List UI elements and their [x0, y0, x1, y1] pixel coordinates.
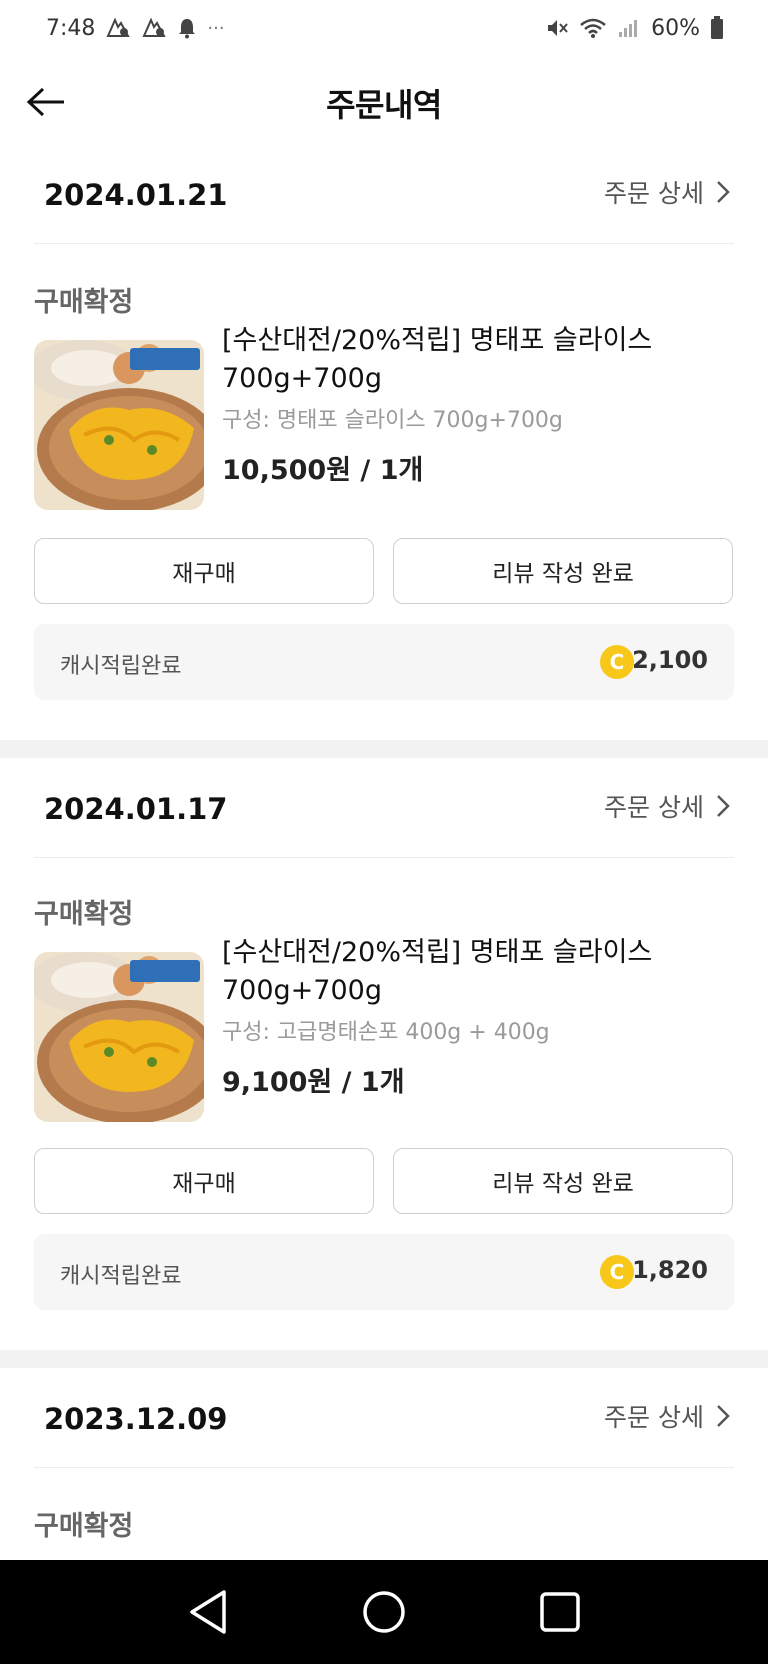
status-bar: 7:48 ··· 60% [0, 0, 768, 56]
rebuy-button[interactable]: 재구매 [34, 1148, 374, 1214]
review-complete-button[interactable]: 리뷰 작성 완료 [393, 538, 733, 604]
signal-icon [617, 17, 641, 39]
order-header: 2024.01.17 주문 상세 [34, 758, 734, 858]
app-notification-icon [141, 17, 167, 39]
page-title: 주문내역 [326, 86, 442, 124]
square-recents-icon [540, 1592, 580, 1632]
order-header: 2024.01.21 주문 상세 [34, 144, 734, 244]
chevron-right-icon [717, 181, 730, 203]
triangle-back-icon [190, 1590, 226, 1634]
order-status: 구매확정 [34, 287, 134, 318]
order-date: 2023.12.09 [44, 1402, 228, 1436]
product-name[interactable]: [수산대전/20%적립] 명태포 슬라이스 700g+700g [222, 934, 742, 1010]
cash-reward-label: 캐시적립완료 [60, 1264, 182, 1289]
order-detail-link[interactable]: 주문 상세 [604, 174, 730, 210]
nav-recents-button[interactable] [530, 1582, 590, 1642]
wifi-icon [579, 17, 607, 39]
product-price: 10,500원 / 1개 [222, 455, 424, 486]
product-option: 구성: 명태포 슬라이스 700g+700g [222, 408, 563, 433]
battery-percent: 60% [651, 15, 700, 41]
cash-coin-icon: C [600, 645, 634, 679]
review-complete-button[interactable]: 리뷰 작성 완료 [393, 1148, 733, 1214]
status-right: 60% [545, 16, 724, 41]
nav-home-button[interactable] [354, 1582, 414, 1642]
order-detail-label: 주문 상세 [604, 793, 704, 822]
mute-icon [545, 17, 569, 39]
cash-reward-amount: 2,100 [632, 646, 708, 674]
order-status: 구매확정 [34, 899, 134, 930]
product-name[interactable]: [수산대전/20%적립] 명태포 슬라이스 700g+700g [222, 322, 742, 398]
cash-reward-amount: 1,820 [632, 1256, 708, 1284]
circle-home-icon [363, 1591, 405, 1633]
order-detail-link[interactable]: 주문 상세 [604, 788, 730, 824]
order-date: 2024.01.21 [44, 178, 228, 212]
order-date: 2024.01.17 [44, 792, 228, 826]
nav-back-button[interactable] [178, 1582, 238, 1642]
status-time: 7:48 [46, 15, 96, 41]
order-card: 2024.01.17 주문 상세 구매확정 [수산대전/20%적립] 명태포 슬… [0, 758, 768, 1350]
battery-icon [710, 16, 724, 40]
order-detail-label: 주문 상세 [604, 179, 704, 208]
chevron-right-icon [717, 795, 730, 817]
cash-reward-box: 캐시적립완료 C 2,100 [34, 624, 734, 700]
product-thumbnail[interactable] [34, 952, 204, 1122]
cash-coin-icon: C [600, 1255, 634, 1289]
order-header: 2023.12.09 주문 상세 [34, 1368, 734, 1468]
chevron-right-icon [717, 1405, 730, 1427]
section-divider [0, 740, 768, 758]
product-thumbnail[interactable] [34, 340, 204, 510]
cash-reward-box: 캐시적립완료 C 1,820 [34, 1234, 734, 1310]
app-notification-icon [105, 17, 131, 39]
app-bar: 주문내역 [0, 56, 768, 144]
product-option: 구성: 고급명태손포 400g + 400g [222, 1020, 550, 1045]
bell-icon [177, 17, 197, 39]
rebuy-button[interactable]: 재구매 [34, 538, 374, 604]
status-left: 7:48 ··· [46, 16, 225, 41]
order-detail-label: 주문 상세 [604, 1403, 704, 1432]
order-card: 2023.12.09 주문 상세 구매확정 [0, 1368, 768, 1560]
cash-reward-label: 캐시적립완료 [60, 654, 182, 679]
order-detail-link[interactable]: 주문 상세 [604, 1398, 730, 1434]
product-image-icon [34, 952, 204, 1122]
system-nav-bar [0, 1560, 768, 1664]
more-notifications-icon: ··· [207, 17, 225, 39]
section-divider [0, 1350, 768, 1368]
order-card: 2024.01.21 주문 상세 구매확정 [수산대전/20%적립] 명태포 슬… [0, 144, 768, 740]
order-status: 구매확정 [34, 1511, 134, 1542]
product-price: 9,100원 / 1개 [222, 1067, 405, 1098]
product-image-icon [34, 340, 204, 510]
